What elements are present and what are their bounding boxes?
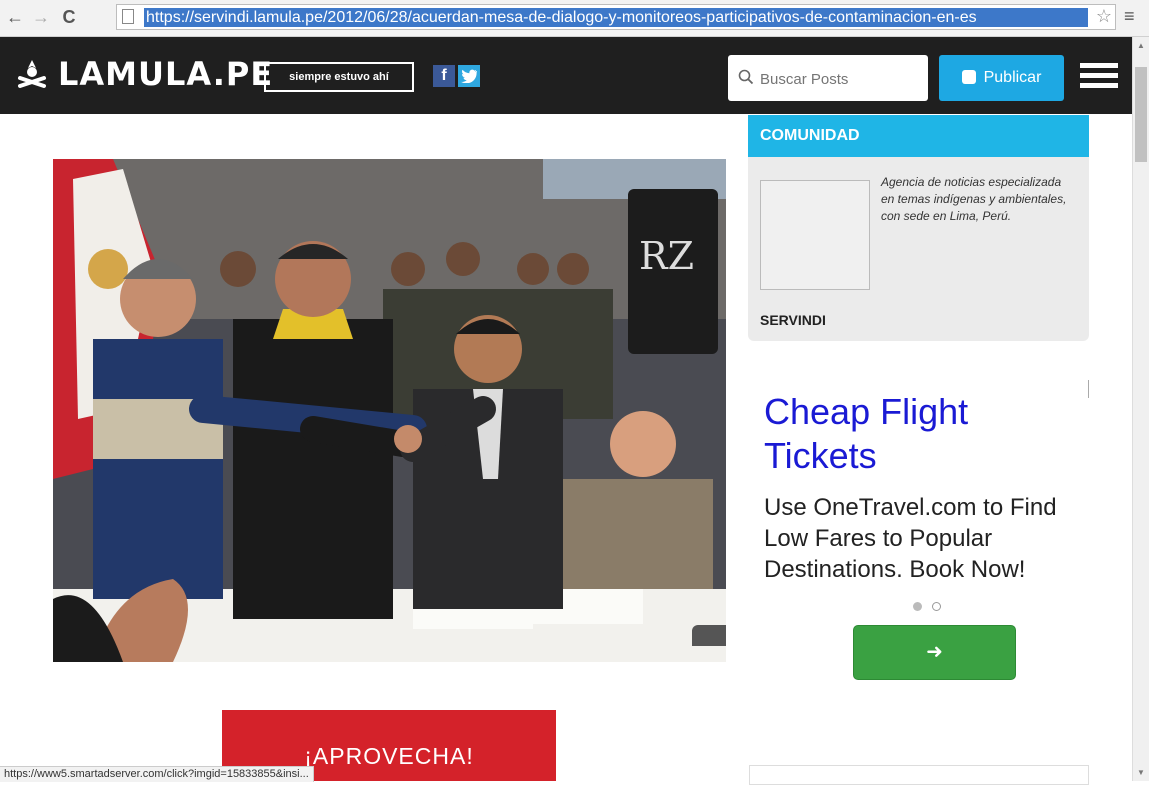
browser-toolbar: ← → C https://servindi.lamula.pe/2012/06…: [0, 0, 1149, 37]
search-icon: [738, 69, 754, 85]
browser-menu-icon[interactable]: ≡: [1124, 6, 1135, 27]
ad-carousel-dots: [913, 598, 951, 616]
carousel-dot-active[interactable]: [913, 602, 922, 611]
carousel-dot[interactable]: [932, 602, 941, 611]
facebook-icon[interactable]: f: [433, 65, 455, 87]
scroll-thumb[interactable]: [1135, 67, 1147, 162]
photo-illustration: RZ: [53, 159, 726, 662]
scroll-down-icon[interactable]: ▼: [1137, 768, 1145, 777]
scroll-up-icon[interactable]: ▲: [1137, 41, 1145, 50]
ad-go-button[interactable]: ➜: [853, 625, 1016, 680]
search-box[interactable]: [728, 55, 928, 101]
svg-text:RZ: RZ: [639, 234, 694, 278]
page-scrollbar[interactable]: ▲ ▼: [1132, 37, 1149, 781]
ad-title-link[interactable]: Cheap Flight Tickets: [764, 390, 1084, 478]
publish-label: Publicar: [983, 69, 1042, 86]
twitter-icon[interactable]: [458, 65, 480, 87]
logo-text: LAMULA.PE: [58, 55, 274, 93]
community-avatar[interactable]: [760, 180, 870, 290]
address-bar[interactable]: https://servindi.lamula.pe/2012/06/28/ac…: [116, 4, 1116, 30]
sidebar-widget-box: [749, 765, 1089, 785]
community-name-link[interactable]: SERVINDI: [760, 312, 826, 328]
community-title: COMUNIDAD: [748, 115, 1089, 157]
forward-icon[interactable]: →: [30, 6, 52, 28]
ad-body-text: Use OneTravel.com to Find Low Fares to P…: [764, 494, 1057, 583]
url-text[interactable]: https://servindi.lamula.pe/2012/06/28/ac…: [144, 8, 1088, 27]
hamburger-menu-icon[interactable]: [1080, 63, 1118, 91]
site-header: LAMULA.PE siempre estuvo ahí f Publicar: [0, 37, 1132, 114]
photo-caption-toggle[interactable]: [692, 625, 726, 646]
article-photo: RZ: [53, 159, 726, 662]
cube-icon: [961, 70, 976, 84]
publish-button[interactable]: Publicar: [939, 55, 1064, 101]
bookmark-star-icon[interactable]: ☆: [1096, 6, 1112, 27]
browser-status-bar: https://www5.smartadserver.com/click?img…: [0, 766, 314, 782]
mule-icon: [18, 60, 46, 88]
reload-icon[interactable]: C: [58, 6, 80, 28]
community-description: Agencia de noticias especializada en tem…: [881, 175, 1067, 223]
community-card: COMUNIDAD Agencia de noticias especializ…: [748, 115, 1089, 341]
back-icon[interactable]: ←: [4, 6, 26, 28]
ad-choices-marker: [1088, 380, 1089, 398]
tagline-button[interactable]: siempre estuvo ahí: [264, 62, 414, 92]
page-icon: [122, 9, 134, 24]
site-logo[interactable]: LAMULA.PE: [14, 51, 273, 97]
arrow-right-icon: ➜: [926, 641, 943, 663]
search-input[interactable]: [758, 65, 922, 93]
